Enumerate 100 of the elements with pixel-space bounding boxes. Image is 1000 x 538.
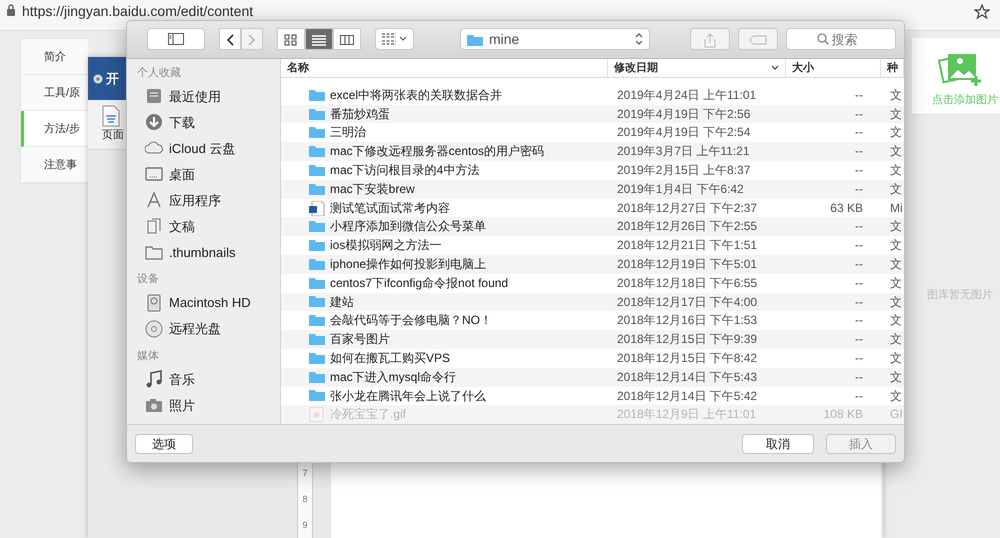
file-size: -- — [854, 162, 864, 180]
sidebar-item[interactable]: Macintosh HD — [169, 293, 251, 313]
folder-icon — [309, 219, 325, 234]
column-header[interactable]: 大小 — [786, 58, 881, 78]
sidebar-item[interactable]: .thumbnails — [169, 242, 236, 262]
sidebar-item[interactable]: 应用程序 — [169, 190, 221, 210]
sidebar-item[interactable]: 远程光盘 — [169, 319, 221, 339]
add-image-icon — [938, 52, 982, 86]
file-kind: 文 — [889, 237, 903, 254]
file-row[interactable]: 小程序添加到微信公众号菜单 2018年12月26日 下午2:55 -- 文 — [281, 217, 904, 236]
file-row[interactable]: mac下访问根目录的4中方法 2019年2月15日 上午8:37 -- 文 — [281, 161, 904, 180]
file-row[interactable]: 如何在搬瓦工购买VPS 2018年12月15日 下午8:42 -- 文 — [281, 348, 904, 368]
file-row[interactable]: 测试笔试面试常考内容 2018年12月27日 下午2:37 63 KB Mi — [281, 198, 904, 218]
camera-icon — [145, 396, 163, 414]
file-name: 建站 — [330, 294, 354, 311]
view-mode-button[interactable] — [277, 28, 305, 50]
file-name: 三明治 — [330, 124, 366, 142]
file-name: 会敲代码等于会修电脑？NO！ — [330, 312, 492, 330]
cancel-button[interactable]: 取消 — [742, 434, 814, 454]
file-size: -- — [854, 294, 864, 311]
file-row[interactable]: 三明治 2019年4月19日 下午2:54 -- 文 — [281, 123, 904, 142]
back-button[interactable] — [219, 28, 241, 50]
column-header[interactable]: 名称 — [281, 58, 608, 78]
file-kind: 文 — [889, 256, 903, 273]
file-date: 2018年12月17日 下午4:00 — [616, 294, 758, 311]
disc-icon — [145, 320, 163, 338]
file-kind: Mi — [889, 200, 904, 217]
file-row[interactable]: centos7下ifconfig命令报not found 2018年12月18日 下午6:55 -- 文 — [281, 274, 904, 293]
desktop-icon — [145, 165, 163, 184]
view-mode-button[interactable] — [333, 28, 361, 50]
apps-icon — [145, 191, 163, 210]
file-name: 百家号图片 — [330, 331, 390, 348]
file-row[interactable]: 百家号图片 2018年12月15日 下午9:39 -- 文 — [281, 330, 904, 349]
file-name: centos7下ifconfig命令报not found — [330, 274, 508, 292]
star-icon[interactable] — [974, 4, 990, 20]
search-icon — [816, 33, 828, 46]
window-title: 开 — [106, 70, 119, 88]
image-file-icon — [309, 407, 325, 422]
url-text[interactable]: https://jingyan.baidu.com/edit/content — [22, 4, 254, 19]
arrange-button[interactable] — [375, 28, 414, 50]
page-nav-item[interactable]: 方法/步 — [21, 111, 88, 147]
sidebar-item[interactable]: 桌面 — [169, 164, 195, 184]
file-name: ios模拟弱网之方法一 — [330, 237, 442, 254]
file-date: 2019年3月7日 上午11:21 — [616, 143, 751, 160]
sidebar-item[interactable]: 音乐 — [169, 370, 195, 390]
file-kind: 文 — [889, 86, 903, 104]
documents-icon — [145, 217, 163, 236]
file-date: 2018年12月16日 下午1:53 — [616, 312, 758, 330]
file-size: 63 KB — [829, 200, 864, 217]
file-row[interactable]: 番茄炒鸡蛋 2019年4月19日 下午2:56 -- 文 — [281, 104, 904, 124]
search-box[interactable]: 搜索 — [786, 28, 896, 50]
column-header[interactable]: 修改日期 — [608, 58, 786, 78]
file-size: -- — [854, 237, 864, 254]
window-close-icon[interactable] — [93, 74, 103, 84]
file-row[interactable]: mac下修改远程服务器centos的用户密码 2019年3月7日 上午11:21 -- 文 — [281, 142, 904, 162]
file-date: 2018年12月21日 下午1:51 — [616, 237, 758, 254]
ribbon-button[interactable]: 页面 — [102, 127, 124, 144]
file-size: -- — [854, 143, 864, 160]
page-nav-item[interactable]: 注意事 — [21, 147, 88, 183]
ruler-number: 7 — [301, 468, 308, 478]
page-nav-item[interactable]: 简介 — [21, 39, 88, 75]
file-kind: GI — [889, 406, 904, 424]
page-nav-item[interactable]: 工具/原 — [21, 75, 88, 111]
folder-icon — [309, 370, 325, 385]
sidebar-item[interactable]: 最近使用 — [169, 86, 221, 106]
file-date: 2019年4月19日 下午2:54 — [616, 124, 752, 142]
file-kind: 文 — [889, 124, 903, 142]
file-size: -- — [854, 256, 864, 273]
search-field[interactable]: 搜索 — [832, 30, 866, 50]
document-icon — [102, 105, 120, 128]
file-date: 2019年1月4日 下午6:42 — [616, 180, 745, 198]
sidebar-toggle-button[interactable] — [147, 28, 205, 50]
file-row[interactable]: 建站 2018年12月17日 下午4:00 -- 文 — [281, 292, 904, 312]
options-button[interactable]: 选项 — [135, 434, 193, 454]
file-row[interactable]: ios模拟弱网之方法一 2018年12月21日 下午1:51 -- 文 — [281, 236, 904, 255]
updown-icon — [635, 33, 643, 46]
view-mode-button[interactable] — [305, 28, 333, 50]
file-row[interactable]: excel中将两张表的关联数据合并 2019年4月24日 上午11:01 -- 文 — [281, 86, 904, 105]
sidebar-item[interactable]: iCloud 云盘 — [169, 138, 236, 158]
file-kind: 文 — [889, 294, 903, 311]
file-row[interactable]: mac下安装brew 2019年1月4日 下午6:42 -- 文 — [281, 180, 904, 199]
location-popup[interactable]: mine — [460, 28, 650, 50]
file-row[interactable]: 会敲代码等于会修电脑？NO！ 2018年12月16日 下午1:53 -- 文 — [281, 311, 904, 330]
file-kind: 文 — [889, 331, 903, 348]
file-row[interactable]: 张小龙在腾讯年会上说了什么 2018年12月14日 下午5:42 -- 文 — [281, 386, 904, 406]
file-date: 2019年4月19日 下午2:56 — [616, 106, 752, 123]
file-kind: 文 — [889, 312, 903, 330]
ruler-number: 8 — [301, 494, 308, 504]
file-date: 2018年12月15日 下午9:39 — [616, 331, 758, 348]
file-date: 2018年12月14日 下午5:43 — [616, 368, 758, 386]
file-row[interactable]: iphone操作如何投影到电脑上 2018年12月19日 下午5:01 -- 文 — [281, 255, 904, 274]
sidebar-item[interactable]: 下载 — [169, 112, 195, 132]
sidebar-item[interactable]: 照片 — [169, 396, 195, 416]
folder-icon — [309, 144, 325, 160]
column-header[interactable]: 种 — [881, 58, 904, 78]
word-document-icon — [309, 200, 325, 216]
group-icon — [382, 33, 396, 46]
sidebar-item[interactable]: 文稿 — [169, 216, 195, 236]
file-row[interactable]: mac下进入mysql命令行 2018年12月14日 下午5:43 -- 文 — [281, 368, 904, 387]
lock-icon — [6, 4, 16, 16]
